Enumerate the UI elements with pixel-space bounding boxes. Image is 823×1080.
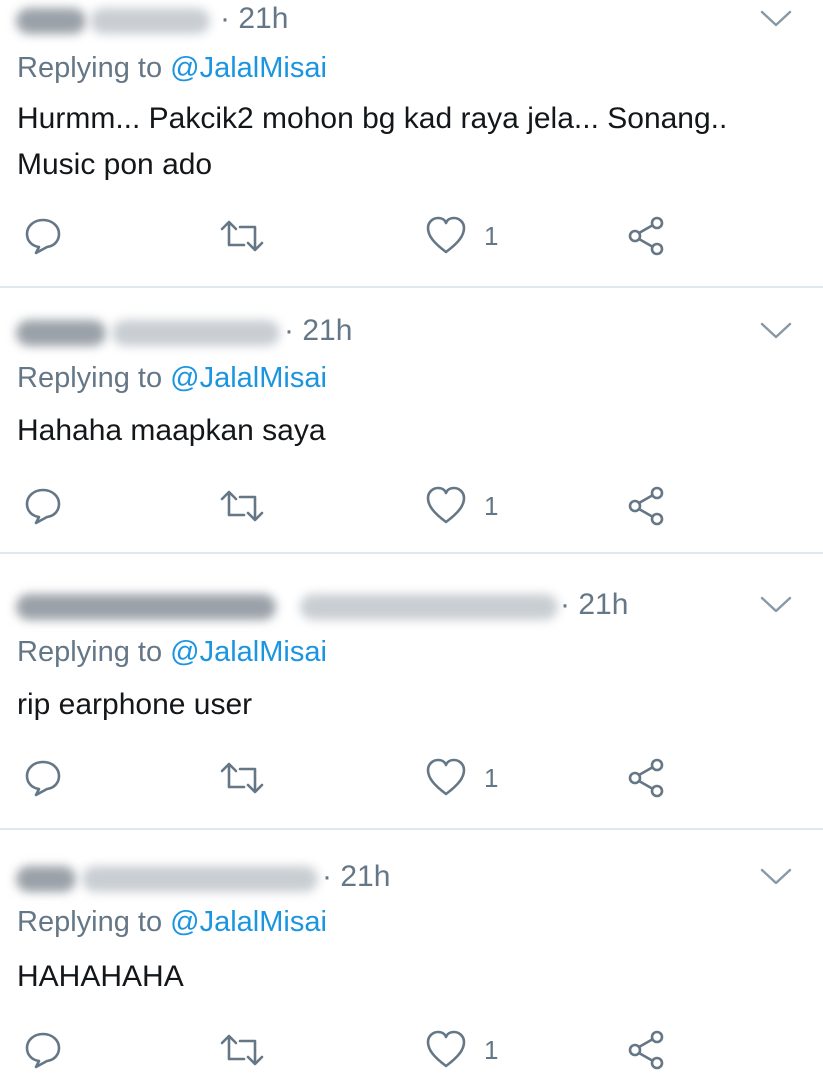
replying-to-label: Replying to xyxy=(17,52,171,84)
retweet-button[interactable] xyxy=(218,212,266,260)
blurred-display-name[interactable] xyxy=(16,594,276,620)
blurred-display-name[interactable] xyxy=(16,8,86,34)
replying-to: Replying to @JalalMisai xyxy=(17,52,327,85)
retweet-button[interactable] xyxy=(218,754,266,802)
reply-tweet[interactable]: · 21h Replying to @JalalMisai Hahaha maa… xyxy=(0,288,823,554)
replying-to: Replying to @JalalMisai xyxy=(17,362,327,395)
like-button[interactable]: 1 xyxy=(424,1026,498,1074)
reply-button[interactable] xyxy=(22,1026,64,1074)
heart-icon xyxy=(426,486,466,524)
chevron-down-icon[interactable] xyxy=(759,6,793,30)
like-count: 1 xyxy=(484,762,499,793)
share-icon xyxy=(628,216,664,256)
tweet-timestamp[interactable]: · 21h xyxy=(284,314,352,348)
tweet-actions: 1 xyxy=(0,212,823,260)
like-button[interactable]: 1 xyxy=(424,212,498,260)
chevron-down-icon[interactable] xyxy=(759,864,793,888)
tweet-timestamp[interactable]: · 21h xyxy=(220,2,288,36)
share-button[interactable] xyxy=(626,482,668,530)
tweet-actions: 1 xyxy=(0,1026,823,1074)
heart-icon xyxy=(426,758,466,796)
share-icon xyxy=(628,1030,664,1070)
tweet-text-line: Hurmm... Pakcik2 mohon bg kad raya jela.… xyxy=(17,102,728,135)
tweet-text-line: HAHAHAHA xyxy=(17,960,184,993)
like-button[interactable]: 1 xyxy=(424,482,498,530)
reply-icon xyxy=(25,1032,61,1069)
share-button[interactable] xyxy=(626,1026,668,1074)
chevron-down-icon[interactable] xyxy=(759,592,793,616)
retweet-button[interactable] xyxy=(218,482,266,530)
replying-to-label: Replying to xyxy=(17,636,171,668)
reply-feed: · 21h Replying to @JalalMisai Hurmm... P… xyxy=(0,0,823,1080)
replying-to-handle-link[interactable]: @JalalMisai xyxy=(170,636,327,668)
tweet-header: · 21h xyxy=(0,0,823,40)
blurred-display-name[interactable] xyxy=(16,320,106,346)
reply-tweet[interactable]: · 21h Replying to @JalalMisai Hurmm... P… xyxy=(0,0,823,288)
blurred-username[interactable] xyxy=(112,320,280,346)
reply-button[interactable] xyxy=(22,754,64,802)
reply-button[interactable] xyxy=(22,482,64,530)
reply-icon xyxy=(25,760,61,797)
tweet-text: rip earphone user xyxy=(17,682,803,728)
retweet-icon xyxy=(220,762,264,794)
retweet-icon xyxy=(220,220,264,252)
tweet-text-line: rip earphone user xyxy=(17,688,253,721)
share-button[interactable] xyxy=(626,754,668,802)
replying-to-handle-link[interactable]: @JalalMisai xyxy=(170,362,327,394)
like-button[interactable]: 1 xyxy=(424,754,498,802)
share-button[interactable] xyxy=(626,212,668,260)
tweet-header: · 21h xyxy=(0,858,823,898)
reply-icon xyxy=(25,218,61,255)
tweet-header: · 21h xyxy=(0,586,823,626)
share-icon xyxy=(628,486,664,526)
reply-tweet[interactable]: · 21h Replying to @JalalMisai rip earpho… xyxy=(0,554,823,830)
heart-icon xyxy=(426,1030,466,1068)
reply-button[interactable] xyxy=(22,212,64,260)
blurred-display-name[interactable] xyxy=(16,866,76,892)
replying-to-handle-link[interactable]: @JalalMisai xyxy=(170,906,327,938)
tweet-text: Hahaha maapkan saya xyxy=(17,408,803,454)
tweet-actions: 1 xyxy=(0,754,823,802)
replying-to: Replying to @JalalMisai xyxy=(17,636,327,669)
tweet-text: HAHAHAHA xyxy=(17,954,803,1000)
like-count: 1 xyxy=(484,490,499,521)
heart-icon xyxy=(426,216,466,254)
like-count: 1 xyxy=(484,1034,499,1065)
replying-to-label: Replying to xyxy=(17,362,171,394)
tweet-header: · 21h xyxy=(0,312,823,352)
replying-to-label: Replying to xyxy=(17,906,171,938)
replying-to: Replying to @JalalMisai xyxy=(17,906,327,939)
retweet-button[interactable] xyxy=(218,1026,266,1074)
blurred-username[interactable] xyxy=(300,594,558,620)
replying-to-handle-link[interactable]: @JalalMisai xyxy=(170,52,327,84)
retweet-icon xyxy=(220,1034,264,1066)
blurred-username[interactable] xyxy=(82,866,318,892)
blurred-username[interactable] xyxy=(90,8,210,34)
reply-icon xyxy=(25,488,61,525)
tweet-text-line: Music pon ado xyxy=(17,148,213,181)
reply-tweet[interactable]: · 21h Replying to @JalalMisai HAHAHAHA 1 xyxy=(0,830,823,1080)
share-icon xyxy=(628,758,664,798)
chevron-down-icon[interactable] xyxy=(759,318,793,342)
tweet-text: Hurmm... Pakcik2 mohon bg kad raya jela.… xyxy=(17,96,803,188)
like-count: 1 xyxy=(484,220,499,251)
tweet-timestamp[interactable]: · 21h xyxy=(560,588,628,622)
tweet-text-line: Hahaha maapkan saya xyxy=(17,414,326,447)
retweet-icon xyxy=(220,490,264,522)
tweet-timestamp[interactable]: · 21h xyxy=(322,860,390,894)
tweet-actions: 1 xyxy=(0,482,823,530)
